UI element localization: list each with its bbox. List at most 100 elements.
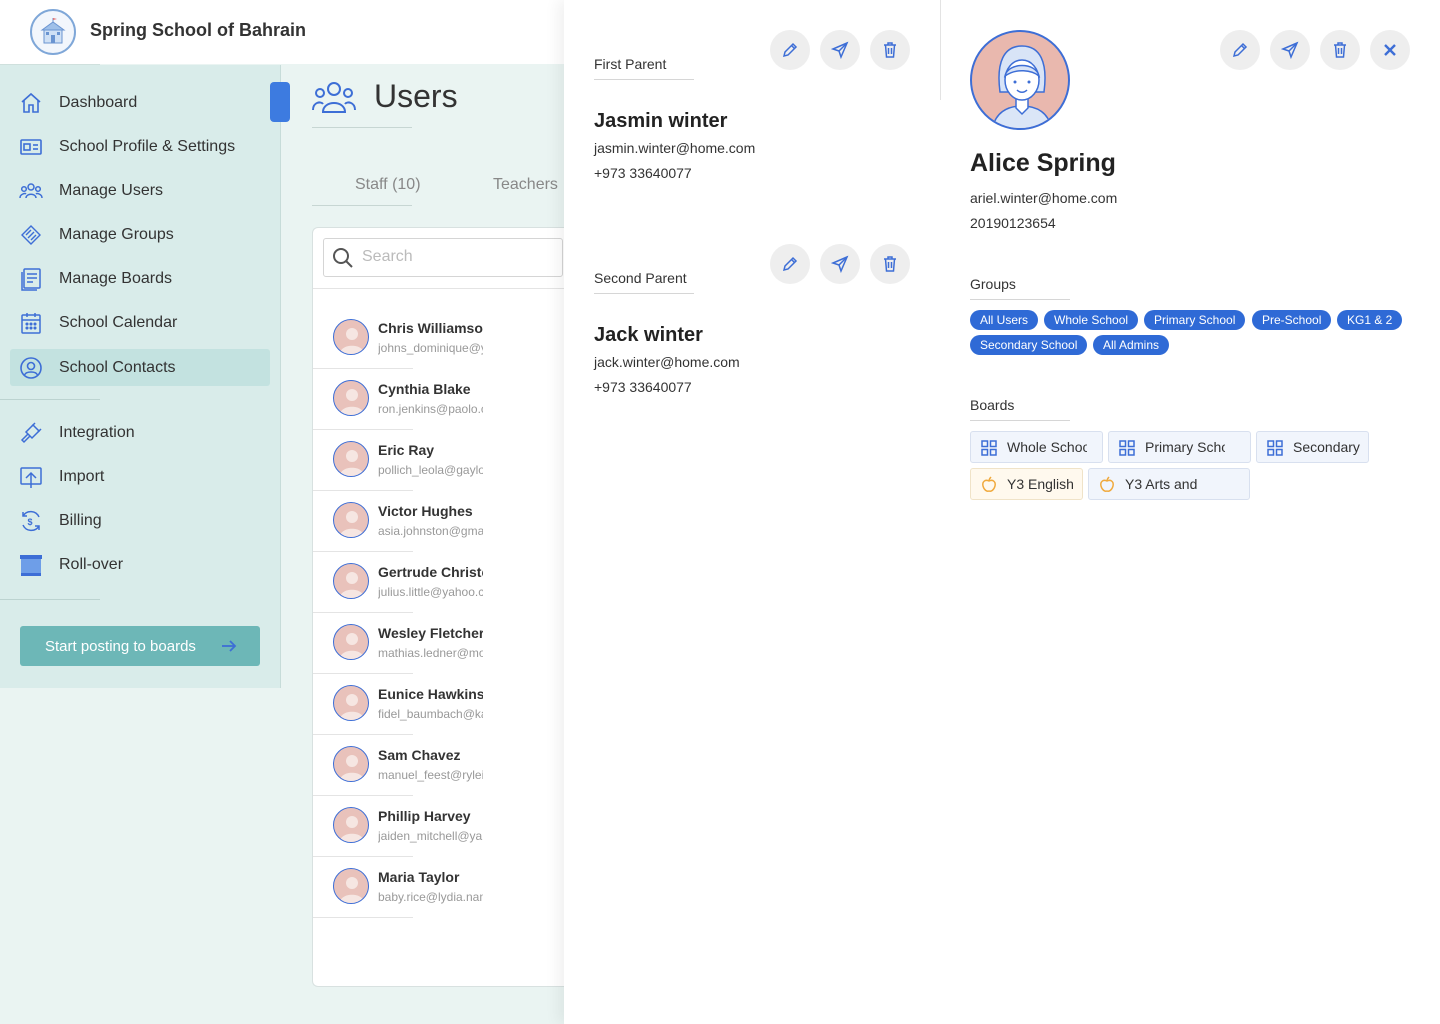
board-item[interactable]: Whole School — [970, 431, 1103, 463]
sidebar-item-manage-boards[interactable]: Manage Boards — [10, 260, 270, 297]
plug-icon — [18, 420, 44, 446]
close-panel-button[interactable] — [1370, 30, 1410, 70]
delete-first-parent-button[interactable] — [870, 30, 910, 70]
message-second-parent-button[interactable] — [820, 244, 860, 284]
search-box[interactable] — [323, 238, 563, 277]
delete-second-parent-button[interactable] — [870, 244, 910, 284]
list-item[interactable]: Eunice Hawkins fidel_baumbach@kanza.com — [313, 674, 564, 735]
list-item[interactable]: Cynthia Blake ron.jenkins@paolo.com — [313, 369, 564, 430]
tab-teachers[interactable]: Teachers — [493, 176, 558, 194]
id-card-icon — [18, 134, 44, 160]
send-icon — [831, 41, 849, 59]
delete-profile-button[interactable] — [1320, 30, 1360, 70]
second-parent-name: Jack winter — [594, 324, 703, 346]
avatar — [333, 685, 369, 721]
list-item[interactable]: Chris Williamson johns_dominique@yahoo.c… — [313, 308, 564, 369]
user-name: Chris Williamson — [378, 320, 483, 336]
first-parent-label: First Parent — [594, 56, 667, 72]
sidebar-item-roll-over[interactable]: Roll-over — [10, 546, 270, 583]
list-item[interactable]: Wesley Fletcher mathias.ledner@mohr.com — [313, 613, 564, 674]
boards-label: Boards — [970, 397, 1015, 413]
label-underline — [970, 299, 1070, 300]
user-name: Phillip Harvey — [378, 808, 471, 824]
sidebar-item-label: Integration — [59, 423, 135, 441]
sidebar-item-label: School Calendar — [59, 313, 178, 331]
profile-name: Alice Spring — [970, 149, 1116, 177]
users-list-panel: Chris Williamson johns_dominique@yahoo.c… — [312, 227, 564, 987]
sidebar-item-integration[interactable]: Integration — [10, 414, 270, 451]
message-profile-button[interactable] — [1270, 30, 1310, 70]
avatar — [333, 807, 369, 843]
sidebar-item-school-calendar[interactable]: School Calendar — [10, 304, 270, 341]
list-item[interactable]: Victor Hughes asia.johnston@gmail.com — [313, 491, 564, 552]
user-detail-panel: First Parent Jasmin winter jasmin.winter… — [564, 0, 1440, 1024]
sidebar-item-label: Billing — [59, 511, 102, 529]
billing-icon: $ — [18, 508, 44, 534]
list-item[interactable]: Phillip Harvey jaiden_mitchell@yahoo.com — [313, 796, 564, 857]
edit-second-parent-button[interactable] — [770, 244, 810, 284]
grid-icon — [981, 440, 997, 456]
sidebar-item-label: Roll-over — [59, 555, 124, 573]
panel-divider — [940, 0, 941, 100]
user-name: Eric Ray — [378, 442, 435, 458]
sidebar: Dashboard School Profile & Settings Mana… — [0, 65, 281, 688]
group-chip[interactable]: All Users — [970, 310, 1039, 330]
group-chip[interactable]: Primary School — [1144, 310, 1246, 330]
start-posting-button[interactable]: Start posting to boards — [20, 626, 260, 666]
sidebar-item-billing[interactable]: $ Billing — [10, 502, 270, 539]
board-label: Y3 Arts and — [1125, 476, 1198, 492]
edit-profile-button[interactable] — [1220, 30, 1260, 70]
board-label: Primary School — [1145, 439, 1225, 455]
search-icon — [333, 248, 353, 268]
row-divider — [313, 917, 413, 918]
sidebar-divider — [0, 599, 100, 600]
group-chip[interactable]: Pre-School — [1252, 310, 1332, 330]
edit-first-parent-button[interactable] — [770, 30, 810, 70]
sidebar-item-manage-groups[interactable]: Manage Groups — [10, 216, 270, 253]
user-name: Gertrude Christensen — [378, 564, 483, 580]
school-building-icon — [40, 18, 66, 44]
user-email: baby.rice@lydia.name — [378, 890, 483, 904]
search-input[interactable] — [362, 248, 552, 266]
sidebar-item-import[interactable]: Import — [10, 458, 270, 495]
avatar — [333, 319, 369, 355]
board-item[interactable]: Y3 Arts and — [1088, 468, 1250, 500]
board-item[interactable]: Primary School — [1108, 431, 1251, 463]
tab-staff[interactable]: Staff (10) — [355, 176, 421, 194]
group-chip[interactable]: All Admins — [1093, 335, 1170, 355]
sidebar-item-school-profile[interactable]: School Profile & Settings — [10, 128, 270, 165]
group-chip[interactable]: Whole School — [1044, 310, 1139, 330]
board-label: Secondary — [1293, 439, 1360, 455]
scroll-handle[interactable] — [270, 82, 290, 122]
list-item[interactable]: Maria Taylor baby.rice@lydia.name — [313, 857, 564, 918]
apple-icon — [1100, 476, 1114, 492]
list-item[interactable]: Gertrude Christensen julius.little@yahoo… — [313, 552, 564, 613]
trash-icon — [884, 42, 896, 58]
sidebar-item-manage-users[interactable]: Manage Users — [10, 172, 270, 209]
send-icon — [1281, 41, 1299, 59]
school-logo[interactable] — [30, 9, 76, 55]
user-email: jaiden_mitchell@yahoo.com — [378, 829, 483, 843]
avatar — [333, 563, 369, 599]
board-item[interactable]: Y3 English — [970, 468, 1083, 500]
avatar — [333, 624, 369, 660]
trash-icon — [1334, 42, 1346, 58]
board-item[interactable]: Secondary — [1256, 431, 1369, 463]
list-item[interactable]: Sam Chavez manuel_feest@ryleigh.com — [313, 735, 564, 796]
user-email: manuel_feest@ryleigh.com — [378, 768, 483, 782]
avatar — [333, 868, 369, 904]
pencil-icon — [782, 256, 798, 272]
groups-icon — [18, 222, 44, 248]
group-chip[interactable]: KG1 & 2 — [1337, 310, 1403, 330]
message-first-parent-button[interactable] — [820, 30, 860, 70]
list-item[interactable]: Eric Ray pollich_leola@gaylord.com — [313, 430, 564, 491]
sidebar-item-dashboard[interactable]: Dashboard — [10, 84, 270, 121]
first-parent-name: Jasmin winter — [594, 110, 728, 132]
group-chip[interactable]: Secondary School — [970, 335, 1088, 355]
users-icon — [312, 80, 356, 119]
sidebar-item-school-contacts[interactable]: School Contacts — [10, 349, 270, 386]
tab-underline — [312, 205, 412, 206]
contact-icon — [18, 355, 44, 381]
user-name: Victor Hughes — [378, 503, 473, 519]
board-icon — [18, 266, 44, 292]
